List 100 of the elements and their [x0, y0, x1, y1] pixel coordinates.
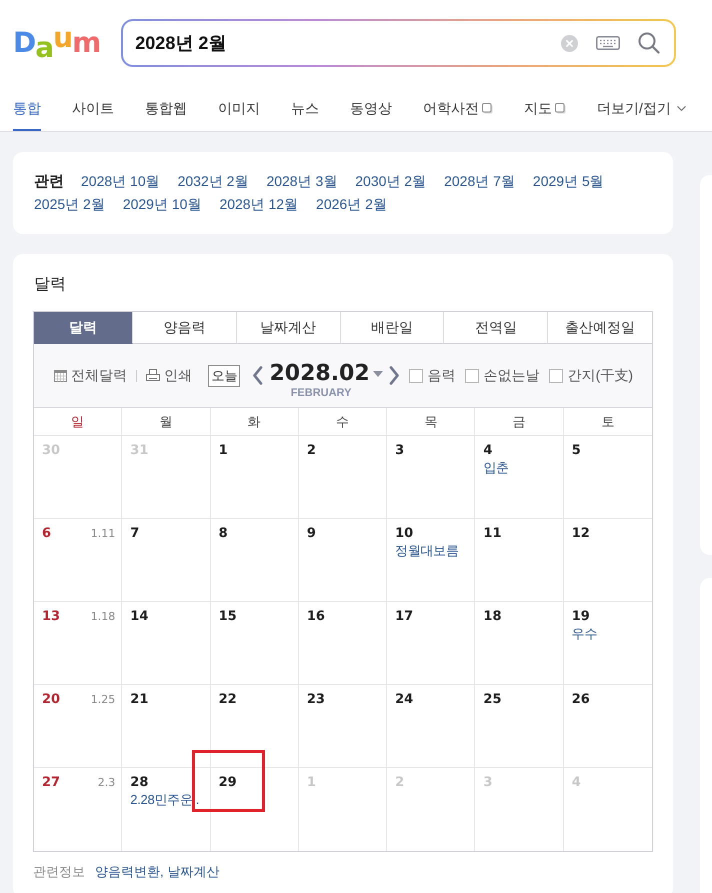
- search-field[interactable]: 2028년 2월: [135, 30, 544, 56]
- day-number: 23: [306, 691, 325, 709]
- day-cell[interactable]: 25: [475, 685, 564, 767]
- day-cell[interactable]: 16: [298, 602, 388, 684]
- calendar-tab[interactable]: 날짜계산: [236, 312, 341, 344]
- weekday-label: 수: [298, 408, 388, 435]
- day-cell[interactable]: 1: [210, 436, 299, 518]
- related-link[interactable]: 2029년 5월: [532, 170, 604, 193]
- nav-tab[interactable]: 지도: [524, 86, 566, 131]
- lunar-date: 1.18: [90, 610, 116, 623]
- day-cell[interactable]: 17: [387, 602, 476, 684]
- day-cell[interactable]: 18: [475, 602, 564, 684]
- keyboard-button[interactable]: [596, 36, 620, 50]
- calendar-tab[interactable]: 배란일: [340, 312, 444, 344]
- related-info-link[interactable]: 양음력변환: [95, 864, 160, 880]
- today-button[interactable]: 오늘: [208, 364, 240, 386]
- day-number: 2: [306, 442, 316, 460]
- nav-tab[interactable]: 통합: [13, 86, 41, 131]
- day-cell[interactable]: 24: [387, 685, 476, 767]
- nav-tab[interactable]: 이미지: [218, 86, 260, 131]
- day-number: 21: [130, 691, 148, 709]
- calendar-icon: [54, 370, 67, 382]
- related-info-label: 관련정보: [33, 864, 85, 880]
- related-link[interactable]: 2028년 10월: [81, 170, 160, 193]
- month-name: FEBRUARY: [290, 387, 352, 399]
- day-number: 9: [306, 525, 316, 543]
- search-icon: [638, 32, 660, 54]
- clear-icon: [561, 34, 578, 52]
- printer-icon: [146, 369, 160, 382]
- day-cell[interactable]: 26: [564, 685, 652, 767]
- nav-tab[interactable]: 통합웹: [145, 86, 187, 131]
- nav-tab[interactable]: 어학사전: [423, 86, 493, 131]
- lunar-date: 1.11: [90, 527, 116, 540]
- related-link[interactable]: 2032년 2월: [178, 170, 248, 193]
- day-cell[interactable]: 12: [564, 519, 652, 601]
- related-link[interactable]: 2028년 3월: [266, 170, 338, 193]
- full-calendar-link[interactable]: 전체달력: [54, 366, 127, 384]
- day-number: 16: [306, 608, 325, 626]
- checkbox[interactable]: [548, 368, 563, 382]
- weekday-label: 일: [34, 408, 122, 435]
- event-text[interactable]: 우수: [572, 626, 598, 642]
- day-number: 3: [395, 442, 404, 460]
- day-cell[interactable]: 11: [475, 519, 564, 601]
- related-info-link[interactable]: 날짜계산: [168, 864, 220, 880]
- checkbox[interactable]: [408, 368, 423, 382]
- month-picker[interactable]: 2028.02: [269, 362, 383, 386]
- day-number: 24: [395, 691, 414, 709]
- related-link[interactable]: 2025년 2월: [34, 193, 105, 216]
- print-link[interactable]: 인쇄: [146, 366, 192, 384]
- checkbox[interactable]: [464, 368, 479, 382]
- day-cell[interactable]: 2: [298, 436, 388, 518]
- day-number: 7: [130, 525, 140, 543]
- day-number: 12: [572, 525, 590, 543]
- weekday-label: 목: [387, 408, 476, 435]
- related-link[interactable]: 2028년 12월: [219, 193, 298, 216]
- calendar-tab[interactable]: 전역일: [444, 312, 548, 344]
- day-cell[interactable]: 7: [122, 519, 211, 601]
- prev-month-button[interactable]: [252, 366, 264, 385]
- day-number: 19: [572, 608, 590, 626]
- day-number: 27: [42, 774, 60, 792]
- day-cell[interactable]: 5: [564, 436, 652, 518]
- checkbox-option[interactable]: 손없는날: [464, 366, 540, 384]
- day-cell[interactable]: 15: [210, 602, 299, 684]
- related-link[interactable]: 2026년 2월: [316, 193, 387, 216]
- day-cell[interactable]: 20 1.25: [34, 685, 122, 767]
- day-cell[interactable]: 19 우수: [564, 602, 652, 684]
- day-cell[interactable]: 9: [298, 519, 388, 601]
- day-cell[interactable]: 8: [210, 519, 299, 601]
- calendar-tab[interactable]: 양음력: [133, 312, 237, 344]
- day-cell[interactable]: 29: [210, 768, 299, 851]
- event-text[interactable]: 입춘: [483, 460, 509, 476]
- day-number: 22: [218, 691, 237, 709]
- related-link[interactable]: 2029년 10월: [122, 193, 202, 216]
- event-text[interactable]: 정월대보름: [395, 543, 459, 559]
- day-cell[interactable]: 27 2.3: [34, 768, 122, 851]
- day-cell[interactable]: 14: [122, 602, 211, 684]
- checkbox-option[interactable]: 간지(干支): [548, 366, 633, 384]
- nav-tab[interactable]: 동영상: [350, 86, 392, 131]
- nav-tab[interactable]: 뉴스: [291, 86, 319, 131]
- day-cell[interactable]: 10 정월대보름: [387, 519, 476, 601]
- day-cell[interactable]: 22: [210, 685, 299, 767]
- day-number: 29: [218, 774, 237, 792]
- day-cell[interactable]: 13 1.18: [34, 602, 122, 684]
- day-cell[interactable]: 6 1.11: [34, 519, 122, 601]
- day-number: 10: [395, 525, 414, 543]
- day-cell[interactable]: 4 입춘: [475, 436, 564, 518]
- related-link[interactable]: 2028년 7월: [444, 170, 515, 193]
- search-button[interactable]: [638, 32, 660, 54]
- caret-icon: [372, 371, 383, 377]
- checkbox-option[interactable]: 음력: [408, 366, 456, 384]
- next-month-button[interactable]: [388, 366, 400, 385]
- nav-tab[interactable]: 사이트: [72, 86, 114, 131]
- day-number: 18: [483, 608, 502, 626]
- day-cell[interactable]: 3: [387, 436, 476, 518]
- day-cell[interactable]: 21: [122, 685, 211, 767]
- nav-tab[interactable]: 더보기/접기: [597, 86, 689, 131]
- calendar-tab[interactable]: 달력: [34, 312, 133, 344]
- day-number: 1: [218, 442, 228, 460]
- day-cell[interactable]: 23: [298, 685, 388, 767]
- related-link[interactable]: 2030년 2월: [355, 170, 426, 193]
